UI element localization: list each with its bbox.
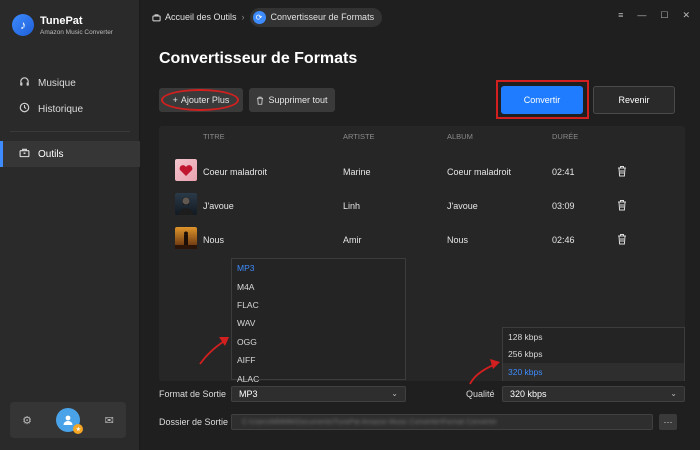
trash-icon[interactable] xyxy=(617,233,627,245)
format-option-flac[interactable]: FLAC xyxy=(232,296,405,314)
maximize-icon[interactable]: ☐ xyxy=(660,10,668,21)
sidebar: ♪ TunePat Amazon Music Converter Musique… xyxy=(0,0,140,450)
quality-value: 320 kbps xyxy=(510,389,547,399)
track-title: Nous xyxy=(203,235,225,245)
output-format-select[interactable]: MP3 ⌄ xyxy=(231,386,406,402)
browse-folder-button[interactable]: ··· xyxy=(659,414,677,430)
breadcrumb: Accueil des Outils › ⟳ Convertisseur de … xyxy=(152,7,383,27)
sidebar-item-label: Historique xyxy=(38,103,84,115)
sidebar-item-label: Outils xyxy=(38,148,64,160)
format-option-alac[interactable]: ALAC xyxy=(232,369,405,387)
premium-badge-icon: ★ xyxy=(73,424,84,434)
convert-cycle-icon: ⟳ xyxy=(252,10,266,24)
column-header-duration: DURÉE xyxy=(552,132,579,141)
gear-icon[interactable]: ⚙ xyxy=(22,414,32,427)
table-row[interactable]: Coeur maladroit Marine Coeur maladroit 0… xyxy=(159,156,685,186)
track-album: Coeur maladroit xyxy=(447,167,512,177)
table-row[interactable]: Nous Amir Nous 02:46 xyxy=(159,224,685,254)
toolbox-icon xyxy=(152,13,161,21)
track-duration: 02:46 xyxy=(552,235,575,245)
album-cover-thumbnail xyxy=(175,193,197,215)
track-artist: Linh xyxy=(343,201,361,211)
output-folder-path: C:\Users\MMMM\Documents\TunePat Amazon M… xyxy=(242,419,497,426)
output-folder-field[interactable]: C:\Users\MMMM\Documents\TunePat Amazon M… xyxy=(231,414,653,430)
menu-icon[interactable]: ≡ xyxy=(618,10,623,21)
mail-icon[interactable]: ✉ xyxy=(105,414,114,427)
top-bar: Accueil des Outils › ⟳ Convertisseur de … xyxy=(140,0,700,34)
convert-button[interactable]: Convertir xyxy=(501,86,583,114)
track-duration: 02:41 xyxy=(552,167,575,177)
add-more-button[interactable]: + Ajouter Plus xyxy=(159,88,243,112)
add-more-label: Ajouter Plus xyxy=(180,95,230,105)
trash-icon[interactable] xyxy=(617,165,627,177)
table-row[interactable]: J'avoue Linh J'avoue 03:09 xyxy=(159,190,685,220)
album-cover-thumbnail xyxy=(175,159,197,181)
quality-select[interactable]: 320 kbps ⌄ xyxy=(502,386,685,402)
sidebar-bottom-bar: ⚙ ★ ✉ xyxy=(10,402,126,438)
breadcrumb-home[interactable]: Accueil des Outils xyxy=(152,12,237,22)
app-subtitle: Amazon Music Converter xyxy=(40,28,113,36)
chevron-down-icon: ⌄ xyxy=(670,389,677,398)
track-title: J'avoue xyxy=(203,201,234,211)
music-note-logo-icon: ♪ xyxy=(12,14,34,36)
output-format-label: Format de Sortie xyxy=(159,389,227,399)
minimize-icon[interactable]: — xyxy=(637,10,646,21)
plus-icon: + xyxy=(172,95,178,105)
toolbox-icon xyxy=(18,147,30,161)
trash-icon[interactable] xyxy=(617,199,627,211)
track-artist: Marine xyxy=(343,167,371,177)
track-title: Coeur maladroit xyxy=(203,167,268,177)
column-header-artist: ARTISTE xyxy=(343,132,375,141)
breadcrumb-current-label: Convertisseur de Formats xyxy=(270,12,375,22)
page-title: Convertisseur de Formats xyxy=(159,50,358,67)
back-button[interactable]: Revenir xyxy=(593,86,675,114)
quality-dropdown-list: 128 kbps 256 kbps 320 kbps xyxy=(502,327,685,381)
quality-label: Qualité xyxy=(466,389,495,399)
track-artist: Amir xyxy=(343,235,362,245)
app-name: TunePat xyxy=(40,14,83,27)
track-album: Nous xyxy=(447,235,469,245)
quality-option-320[interactable]: 320 kbps xyxy=(503,363,684,381)
headphones-icon xyxy=(18,76,30,90)
sidebar-nav: Musique Historique Outils xyxy=(0,70,140,167)
clock-icon xyxy=(18,102,30,116)
quality-option-256[interactable]: 256 kbps xyxy=(503,346,684,364)
brand: ♪ TunePat Amazon Music Converter xyxy=(12,14,113,36)
window-controls: ≡ — ☐ ✕ xyxy=(618,10,690,21)
breadcrumb-home-label: Accueil des Outils xyxy=(165,12,237,22)
table-header: TITRE ARTISTE ALBUM DURÉE xyxy=(159,126,685,146)
format-option-m4a[interactable]: M4A xyxy=(232,277,405,295)
delete-all-label: Supprimer tout xyxy=(268,95,328,105)
chevron-down-icon: ⌄ xyxy=(391,389,398,398)
output-format-value: MP3 xyxy=(239,389,258,399)
sidebar-item-label: Musique xyxy=(38,77,76,89)
quality-option-128[interactable]: 128 kbps xyxy=(503,328,684,346)
format-option-ogg[interactable]: OGG xyxy=(232,333,405,351)
breadcrumb-separator: › xyxy=(241,12,245,22)
track-album: J'avoue xyxy=(447,201,478,211)
sidebar-item-historique[interactable]: Historique xyxy=(0,96,140,122)
output-folder-label: Dossier de Sortie xyxy=(159,417,229,427)
breadcrumb-current: ⟳ Convertisseur de Formats xyxy=(249,7,383,27)
trash-icon xyxy=(257,96,264,105)
avatar[interactable]: ★ xyxy=(56,408,84,434)
column-header-album: ALBUM xyxy=(447,132,473,141)
sidebar-item-outils[interactable]: Outils xyxy=(0,141,140,167)
track-duration: 03:09 xyxy=(552,201,575,211)
format-dropdown-list: MP3 M4A FLAC WAV OGG AIFF ALAC xyxy=(231,258,406,384)
sidebar-divider xyxy=(10,131,130,132)
delete-all-button[interactable]: Supprimer tout xyxy=(249,88,335,112)
format-option-wav[interactable]: WAV xyxy=(232,314,405,332)
format-option-mp3[interactable]: MP3 xyxy=(232,259,405,277)
close-icon[interactable]: ✕ xyxy=(682,10,690,21)
format-option-aiff[interactable]: AIFF xyxy=(232,351,405,369)
sidebar-item-musique[interactable]: Musique xyxy=(0,70,140,96)
column-header-title: TITRE xyxy=(203,132,225,141)
album-cover-thumbnail xyxy=(175,227,197,249)
